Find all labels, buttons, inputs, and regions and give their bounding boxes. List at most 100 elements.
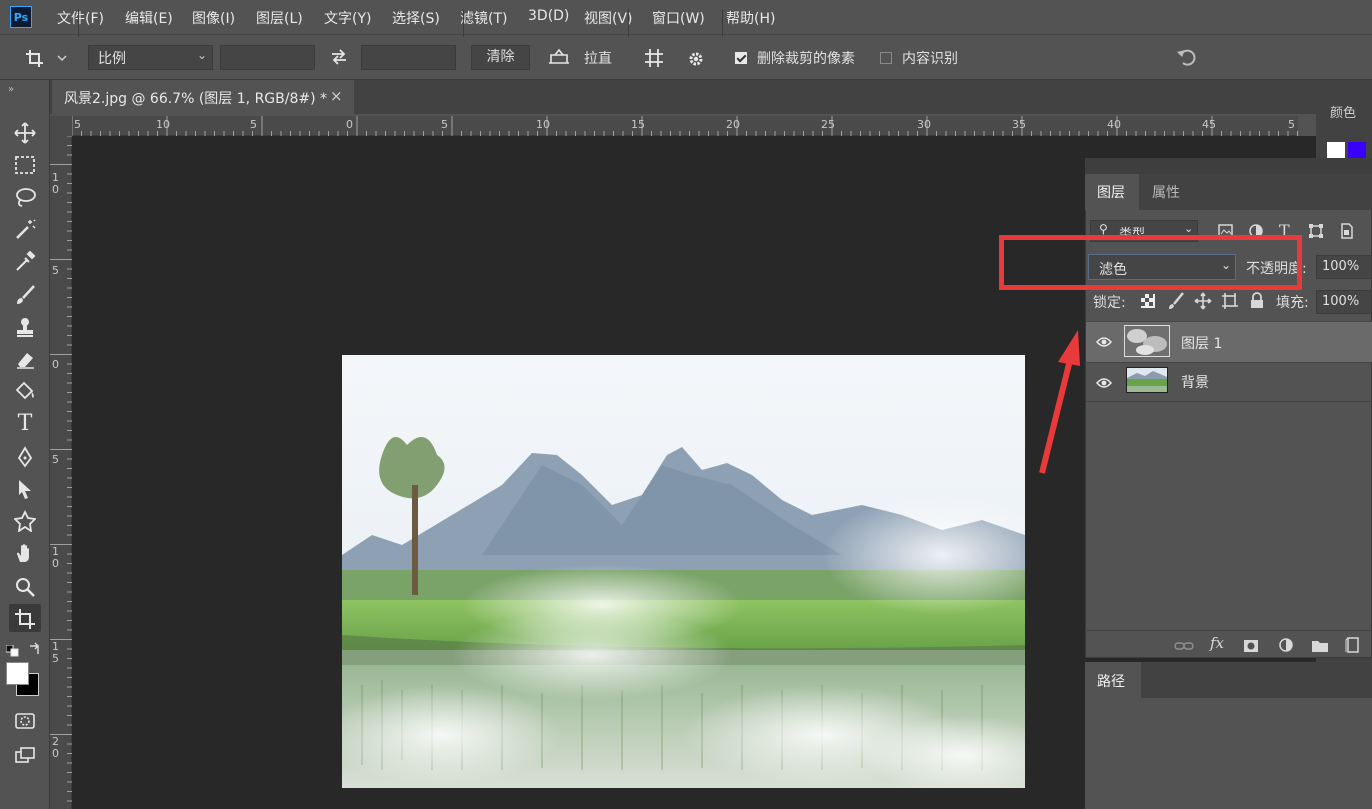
document-tab[interactable]: 风景2.jpg @ 66.7% (图层 1, RGB/8#) * × [52,80,354,114]
pen-icon[interactable] [9,442,41,470]
menu-file[interactable]: 文件(F) [57,8,104,28]
menu-layer[interactable]: 图层(L) [256,8,303,28]
zoom-icon[interactable] [9,572,41,600]
swap-colors-icon[interactable] [28,641,42,660]
tab-layers-label: 图层 [1097,185,1125,201]
link-icon[interactable] [1174,638,1194,657]
vertical-ruler: 1 0 5 0 5 1 0 1 5 2 0 [50,136,72,809]
marquee-icon[interactable] [9,150,41,178]
separator [463,9,464,37]
eyedropper-icon[interactable] [9,246,41,274]
smart-object-filter-icon[interactable] [1340,223,1354,243]
lock-artboard-icon[interactable] [1221,292,1239,314]
menu-edit[interactable]: 编辑(E) [125,8,173,28]
eye-icon[interactable] [1096,333,1112,352]
menu-type[interactable]: 文字(Y) [324,8,371,28]
ruler-label: 25 [821,118,835,131]
ratio-select[interactable]: 比例 ⌄ [88,45,213,70]
new-layer-icon[interactable] [1345,637,1361,657]
eraser-icon[interactable] [9,344,41,372]
menu-filter[interactable]: 滤镜(T) [460,8,507,28]
menu-view[interactable]: 视图(V) [584,8,633,28]
tab-paths[interactable]: 路径 [1085,662,1141,698]
tab-properties[interactable]: 属性 [1152,182,1180,202]
gear-icon[interactable] [686,49,708,75]
lock-pixels-icon[interactable] [1167,292,1185,314]
separator [78,9,79,37]
menu-help[interactable]: 帮助(H) [726,8,775,28]
separator [722,9,723,37]
move-icon[interactable] [9,118,41,146]
crop-icon [26,50,67,67]
ruler-label: 0 [52,358,59,371]
straighten-label[interactable]: 拉直 [584,48,612,68]
shape-icon[interactable] [9,506,41,534]
layer-row-layer1[interactable]: 图层 1 [1086,321,1372,363]
grid-icon[interactable] [643,47,665,73]
arrow-annotation [1039,330,1080,474]
ruler-label: 5 [250,118,257,131]
fx-icon[interactable]: fx [1210,634,1224,652]
chevron-down-icon: ⌄ [1184,222,1194,235]
lasso-icon[interactable] [9,182,41,210]
lock-label: 锁定: [1093,295,1126,311]
layer-thumbnail-landscape [1126,367,1168,393]
white-swatch[interactable] [1327,142,1345,158]
swap-icon[interactable] [329,48,349,70]
crop-preset-picker[interactable] [24,46,70,70]
layer-row-background[interactable]: 背景 [1086,361,1372,402]
landscape-image[interactable] [342,355,1025,788]
type-icon[interactable]: T [9,410,41,438]
ruler-label: 5 [1288,118,1295,131]
ruler-label: 5 [52,264,59,277]
folder-icon[interactable] [1311,638,1329,657]
shape-filter-icon[interactable] [1308,223,1324,243]
ruler-label: 5 [441,118,448,131]
mask-icon[interactable] [1243,638,1259,657]
ruler-label: 0 [346,118,353,131]
quick-mask-icon[interactable] [9,706,41,734]
ruler-label: 10 [536,118,550,131]
lock-transparent-icon[interactable] [1140,293,1156,313]
lock-position-icon[interactable] [1194,292,1212,314]
horizontal-ruler: 5 10 5 0 5 10 15 20 25 30 35 40 45 5 [72,116,1298,136]
undo-icon[interactable] [1175,46,1199,72]
height-input[interactable] [361,45,456,70]
highlight-box [999,235,1302,290]
menu-select[interactable]: 选择(S) [392,8,440,28]
menu-image[interactable]: 图像(I) [192,8,235,28]
hand-icon[interactable] [9,538,41,566]
fill-input[interactable]: 100% [1316,290,1372,314]
default-colors-icon[interactable] [5,642,20,661]
document-tab-title: 风景2.jpg @ 66.7% (图层 1, RGB/8#) * [64,91,328,107]
menu-window[interactable]: 窗口(W) [652,8,705,28]
opacity-input[interactable]: 100% [1316,255,1372,279]
blue-swatch[interactable] [1348,142,1366,158]
color-panel-tab[interactable]: 颜色 [1330,102,1356,121]
collapse-icon[interactable]: » [8,84,14,95]
stamp-icon[interactable] [9,312,41,340]
eye-icon[interactable] [1096,374,1112,393]
foreground-color-swatch[interactable] [6,662,29,685]
straighten-icon[interactable] [547,47,571,71]
magic-wand-icon[interactable] [9,214,41,242]
adjustment-layer-icon[interactable] [1278,637,1294,657]
ruler-label: 1 0 [52,545,59,570]
crop-tool-icon[interactable] [9,604,41,632]
path-select-icon[interactable] [9,474,41,502]
ruler-corner [50,116,72,136]
clear-button[interactable]: 清除 [471,45,530,70]
brush-icon[interactable] [9,280,41,308]
tab-paths-label: 路径 [1097,674,1125,690]
delete-cropped-checkbox[interactable] [735,52,747,64]
paint-bucket-icon[interactable] [9,376,41,404]
content-aware-checkbox[interactable] [880,52,892,64]
screen-mode-icon[interactable] [9,740,41,768]
ruler-label: 5 [52,453,59,466]
menu-3d[interactable]: 3D(D) [528,8,569,24]
close-icon[interactable]: × [330,87,343,105]
width-input[interactable] [220,45,315,70]
layers-panel-header[interactable] [1085,158,1372,174]
lock-all-icon[interactable] [1250,292,1264,313]
ruler-label: 30 [917,118,931,131]
